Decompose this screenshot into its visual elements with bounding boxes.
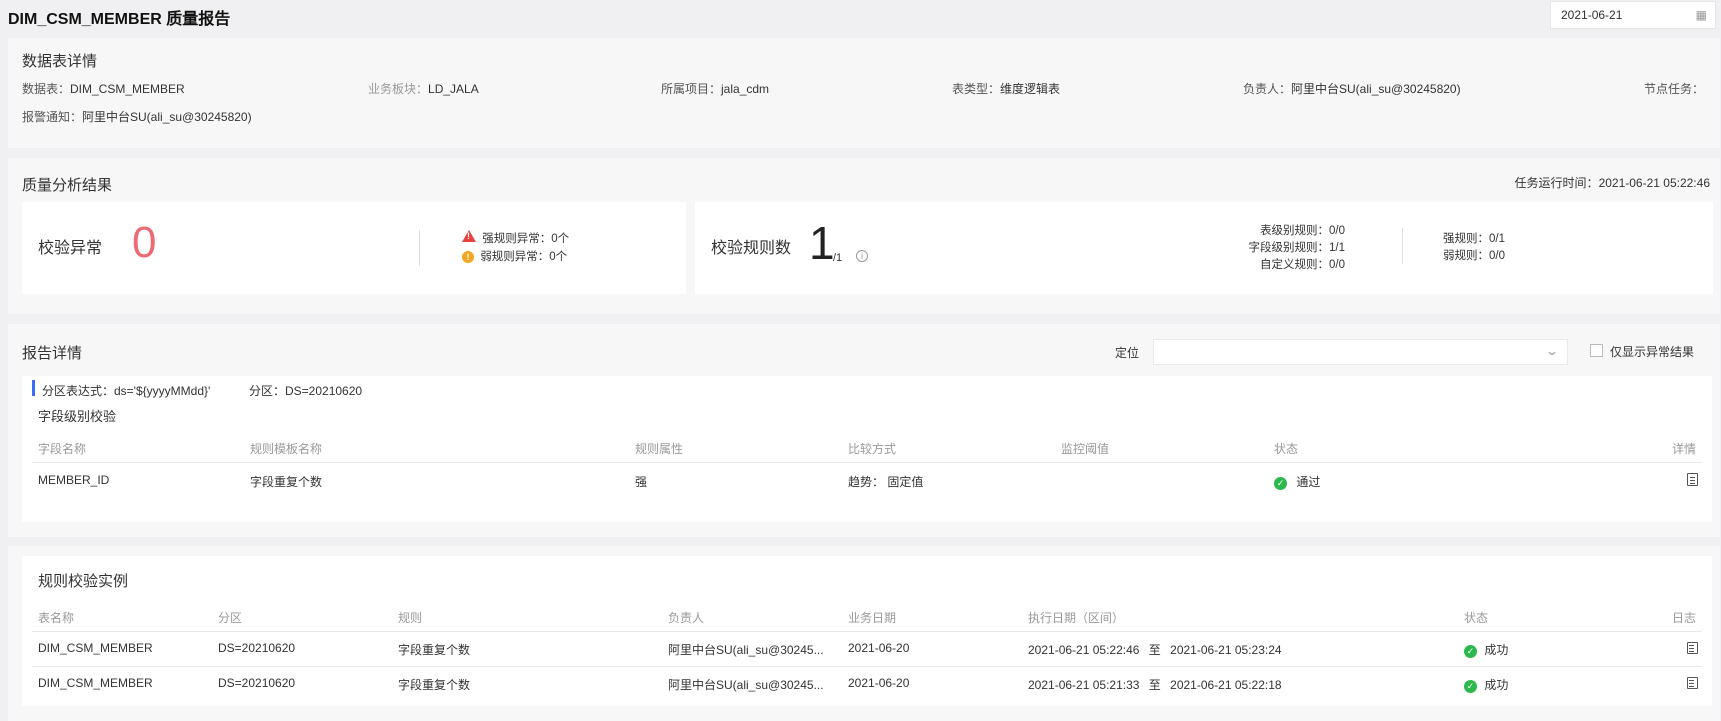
meta-business: 业务板块：LD_JALA: [368, 82, 479, 96]
report-panel: 报告详情 定位 ⌄ 仅显示异常结果 分区表达式：ds='${yyyyMMdd}'…: [8, 324, 1720, 537]
info-icon[interactable]: i: [856, 250, 868, 262]
instances-section: 规则校验实例 表名称 分区 规则 负责人 业务日期 执行日期（区间） 状态 日志…: [22, 556, 1712, 706]
locate-label: 定位: [1115, 346, 1140, 360]
date-picker[interactable]: 2021-06-21 ▦: [1550, 1, 1716, 29]
rules-card: 校验规则数 1 /1 i 表级别规则：0/0 字段级别规则：1/1 自定义规则：…: [695, 202, 1713, 294]
cell-biz-date: 2021-06-20: [848, 676, 910, 690]
col-partition: 分区: [218, 611, 243, 625]
cell-biz-date: 2021-06-20: [848, 641, 910, 655]
table-detail-title: 数据表详情: [22, 53, 98, 70]
quality-title: 质量分析结果: [22, 177, 113, 194]
cell-exec-range: 2021-06-21 05:21:33 至 2021-06-21 05:22:1…: [1028, 678, 1282, 692]
table-detail-panel: 数据表详情 数据表：DIM_CSM_MEMBER 业务板块：LD_JALA 所属…: [8, 38, 1720, 148]
cell-partition: DS=20210620: [218, 676, 296, 690]
weak-rules: 弱规则：0/0: [1443, 250, 1505, 262]
abnormal-count: 0: [132, 218, 157, 267]
meta-alert: 报警通知：阿里中台SU(ali_su@30245820): [22, 110, 252, 124]
accent-bar: [32, 380, 35, 396]
cell-table: DIM_CSM_MEMBER: [38, 676, 153, 690]
abnormal-card: 校验异常 0 强规则异常：0个 ! 弱规则异常：0个: [22, 202, 686, 294]
weak-abnormal-row: ! 弱规则异常：0个: [462, 248, 567, 264]
col-detail: 详情: [1671, 442, 1696, 456]
col-compare: 比较方式: [848, 442, 897, 456]
cell-status: ✓ 成功: [1464, 641, 1508, 658]
warning-triangle-icon: [462, 230, 476, 242]
partition-value: 分区：DS=20210620: [249, 384, 363, 398]
meta-owner: 负责人：阿里中台SU(ali_su@30245820): [1243, 82, 1461, 96]
cell-status: ✓ 通过: [1274, 473, 1320, 490]
field-check-title: 字段级别校验: [38, 409, 117, 424]
instances-title: 规则校验实例: [38, 573, 129, 590]
detail-doc-icon[interactable]: [1687, 473, 1698, 486]
warning-circle-icon: !: [462, 251, 474, 263]
cell-rule: 字段重复个数: [398, 678, 471, 692]
locate-select[interactable]: ⌄: [1153, 339, 1568, 365]
col-threshold: 监控阈值: [1061, 442, 1110, 456]
col-log: 日志: [1671, 611, 1696, 625]
col-attr: 规则属性: [635, 442, 684, 456]
field-rules: 字段级别规则：1/1: [1248, 242, 1346, 254]
custom-rules: 自定义规则：0/0: [1260, 259, 1345, 271]
cell-field: MEMBER_ID: [38, 473, 110, 487]
table-row: MEMBER_ID 字段重复个数 强 趋势： 固定值 ✓ 通过: [32, 463, 1702, 497]
only-abnormal-checkbox[interactable]: [1590, 344, 1603, 357]
divider: [1402, 228, 1403, 264]
only-abnormal-label: 仅显示异常结果: [1610, 345, 1695, 359]
col-table-name: 表名称: [38, 611, 75, 625]
calendar-icon: ▦: [1695, 8, 1707, 22]
table-row: DIM_CSM_MEMBER DS=20210620 字段重复个数 阿里中台SU…: [32, 667, 1702, 701]
col-field-name: 字段名称: [38, 442, 87, 456]
strong-rules: 强规则：0/1: [1443, 233, 1505, 245]
rules-count: 1: [809, 217, 835, 269]
rules-label: 校验规则数: [711, 240, 792, 257]
date-value: 2021-06-21: [1561, 8, 1623, 22]
divider: [419, 230, 420, 266]
col-rule: 规则: [398, 611, 423, 625]
page-title: DIM_CSM_MEMBER 质量报告: [8, 11, 231, 28]
table-rules: 表级别规则：0/0: [1260, 225, 1345, 237]
cell-table: DIM_CSM_MEMBER: [38, 641, 153, 655]
cell-owner: 阿里中台SU(ali_su@30245...: [668, 643, 824, 657]
meta-node-task: 节点任务：: [1644, 82, 1705, 96]
meta-project: 所属项目：jala_cdm: [661, 82, 770, 96]
strong-abnormal-row: 强规则异常：0个: [462, 230, 569, 246]
check-circle-icon: ✓: [1274, 477, 1287, 490]
cell-exec-range: 2021-06-21 05:22:46 至 2021-06-21 05:23:2…: [1028, 643, 1282, 657]
meta-table-type: 表类型：维度逻辑表: [952, 82, 1061, 96]
cell-partition: DS=20210620: [218, 641, 296, 655]
check-circle-icon: ✓: [1464, 645, 1477, 658]
cell-rule: 字段重复个数: [398, 643, 471, 657]
abnormal-label: 校验异常: [38, 240, 103, 257]
rules-total: /1: [833, 252, 843, 264]
cell-attr: 强: [635, 475, 648, 489]
cell-status: ✓ 成功: [1464, 676, 1508, 693]
cell-owner: 阿里中台SU(ali_su@30245...: [668, 678, 824, 692]
col-exec-date: 执行日期（区间）: [1028, 611, 1125, 625]
quality-panel: 质量分析结果 任务运行时间：2021-06-21 05:22:46 校验异常 0…: [8, 158, 1720, 314]
check-circle-icon: ✓: [1464, 680, 1477, 693]
meta-table: 数据表：DIM_CSM_MEMBER: [22, 82, 185, 96]
field-check-section: 分区表达式：ds='${yyyyMMdd}' 分区：DS=20210620 字段…: [22, 376, 1712, 522]
cell-compare: 趋势： 固定值: [848, 475, 924, 489]
col-status: 状态: [1464, 611, 1489, 625]
report-title: 报告详情: [22, 345, 83, 362]
partition-expr: 分区表达式：ds='${yyyyMMdd}': [42, 384, 211, 398]
run-time: 任务运行时间：2021-06-21 05:22:46: [1514, 176, 1710, 190]
chevron-down-icon: ⌄: [1544, 344, 1560, 358]
table-row: DIM_CSM_MEMBER DS=20210620 字段重复个数 阿里中台SU…: [32, 632, 1702, 666]
col-biz-date: 业务日期: [848, 611, 897, 625]
cell-template: 字段重复个数: [250, 475, 323, 489]
log-icon[interactable]: [1687, 677, 1698, 689]
col-template: 规则模板名称: [250, 442, 323, 456]
col-status: 状态: [1274, 442, 1299, 456]
instances-panel: 规则校验实例 表名称 分区 规则 负责人 业务日期 执行日期（区间） 状态 日志…: [8, 546, 1720, 721]
col-owner: 负责人: [668, 611, 705, 625]
top-bar: DIM_CSM_MEMBER 质量报告 2021-06-21 ▦: [0, 0, 1721, 30]
log-icon[interactable]: [1687, 642, 1698, 654]
